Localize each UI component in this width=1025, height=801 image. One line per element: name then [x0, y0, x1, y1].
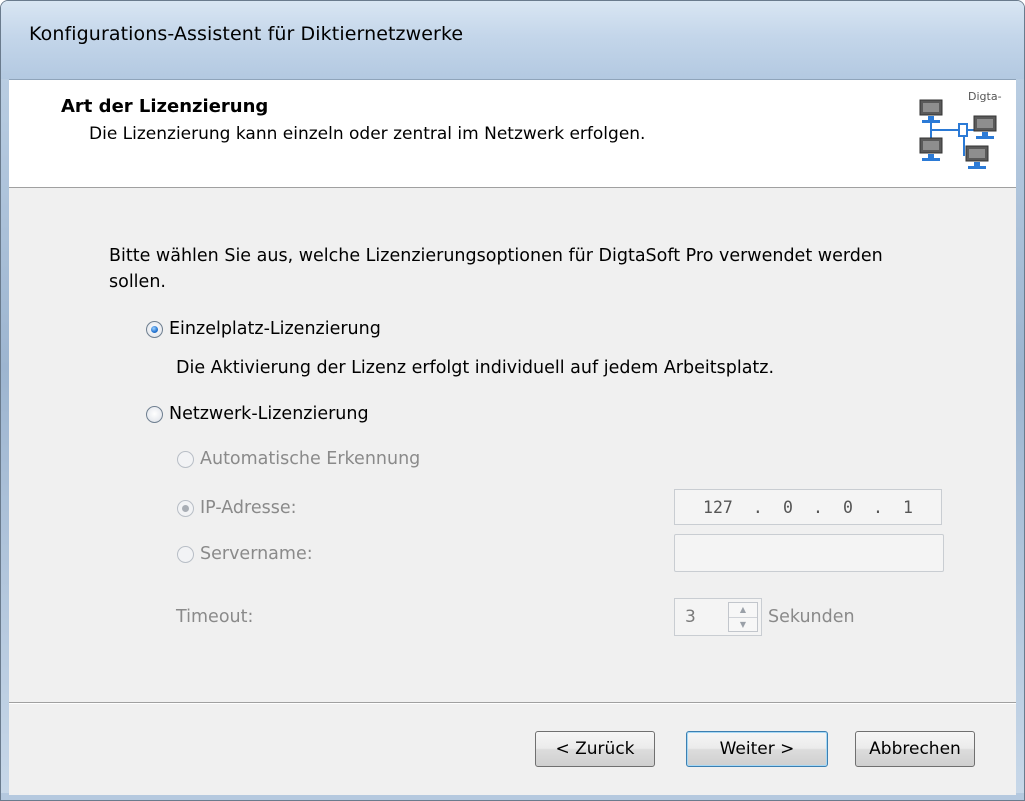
window-title: Konfigurations-Assistent für Diktiernetz…	[29, 23, 464, 45]
logo-text: Digta-	[968, 90, 1002, 103]
radio-ip-adresse[interactable]: IP-Adresse:	[177, 498, 297, 518]
wizard-header: Art der Lizenzierung Die Lizenzierung ka…	[9, 80, 1016, 188]
radio-servername[interactable]: Servername:	[177, 544, 313, 564]
timeout-label: Timeout:	[176, 607, 254, 627]
page-title: Art der Lizenzierung	[61, 96, 269, 117]
intro-text: Bitte wählen Sie aus, welche Lizenzierun…	[109, 246, 883, 292]
wizard-client-area: Art der Lizenzierung Die Lizenzierung ka…	[9, 79, 1016, 795]
window-frame-left	[1, 79, 9, 800]
radio-checked-icon[interactable]	[146, 320, 163, 338]
spin-buttons[interactable]: ▲ ▼	[728, 602, 758, 632]
radio-ip-adresse-label: IP-Adresse:	[200, 498, 297, 518]
timeout-stepper[interactable]: 3 ▲ ▼	[674, 598, 762, 636]
wizard-window: Konfigurations-Assistent für Diktiernetz…	[0, 0, 1025, 801]
ip-octet-1[interactable]: 127	[703, 498, 733, 517]
spin-down-icon[interactable]: ▼	[729, 618, 757, 632]
radio-unchecked-icon[interactable]	[146, 405, 163, 423]
radio-automatische-erkennung-label: Automatische Erkennung	[200, 449, 421, 469]
einzelplatz-description: Die Aktivierung der Lizenz erfolgt indiv…	[176, 358, 775, 378]
timeout-value[interactable]: 3	[685, 607, 696, 627]
radio-disabled-icon[interactable]	[177, 450, 194, 468]
ip-dot: .	[752, 497, 763, 517]
ip-octet-2[interactable]: 0	[783, 498, 793, 517]
radio-netzwerk-label[interactable]: Netzwerk-Lizenzierung	[169, 404, 369, 424]
radio-netzwerk[interactable]: Netzwerk-Lizenzierung	[146, 404, 369, 424]
ip-address-field[interactable]: 127 . 0 . 0 . 1	[674, 489, 942, 525]
title-bar[interactable]: Konfigurations-Assistent für Diktiernetz…	[1, 1, 1024, 79]
radio-einzelplatz[interactable]: Einzelplatz-Lizenzierung	[146, 319, 381, 339]
page-subtitle: Die Lizenzierung kann einzeln oder zentr…	[89, 124, 646, 144]
timeout-unit: Sekunden	[768, 607, 855, 627]
cancel-button[interactable]: Abbrechen	[855, 731, 975, 767]
footer-divider	[9, 702, 1016, 704]
window-frame-right	[1016, 79, 1024, 800]
radio-automatische-erkennung[interactable]: Automatische Erkennung	[177, 449, 420, 469]
servername-input[interactable]	[674, 534, 944, 572]
digta-network-logo-icon: Digta-	[919, 90, 1002, 169]
ip-octet-4[interactable]: 1	[903, 498, 913, 517]
ip-dot: .	[812, 497, 823, 517]
next-button[interactable]: Weiter >	[686, 731, 828, 767]
radio-einzelplatz-label[interactable]: Einzelplatz-Lizenzierung	[169, 319, 381, 339]
radio-servername-label: Servername:	[200, 544, 313, 564]
back-button[interactable]: < Zurück	[535, 731, 655, 767]
radio-disabled-checked-icon[interactable]	[177, 499, 194, 517]
spin-up-icon[interactable]: ▲	[729, 603, 757, 618]
ip-octet-3[interactable]: 0	[843, 498, 853, 517]
ip-dot: .	[872, 497, 883, 517]
radio-disabled-icon[interactable]	[177, 545, 194, 563]
